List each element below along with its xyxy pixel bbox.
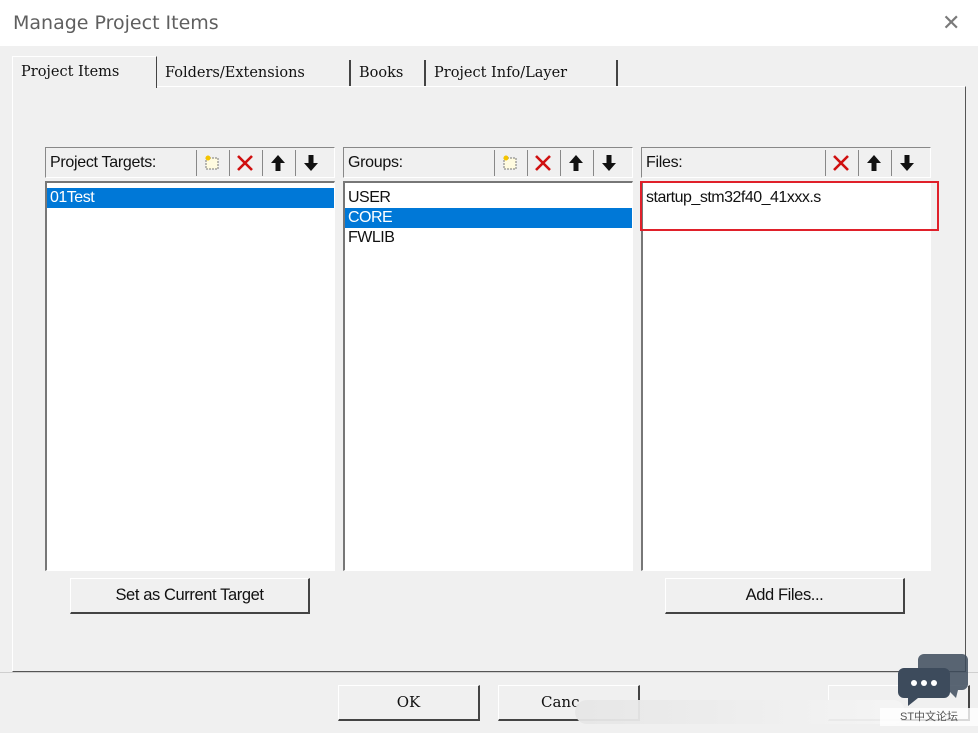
move-file-up-button[interactable] <box>858 150 889 176</box>
list-item[interactable]: USER <box>345 188 632 208</box>
move-group-up-button[interactable] <box>560 150 591 176</box>
move-target-down-button[interactable] <box>295 150 326 176</box>
delete-target-button[interactable] <box>229 150 260 176</box>
ok-button[interactable]: OK <box>338 685 480 721</box>
delete-icon <box>833 155 849 171</box>
tab-books[interactable]: Books <box>351 60 426 86</box>
move-file-down-button[interactable] <box>891 150 922 176</box>
set-current-target-button[interactable]: Set as Current Target <box>70 578 310 614</box>
tab-project-info-layer[interactable]: Project Info/Layer <box>426 60 618 86</box>
targets-list[interactable]: 01Test <box>45 181 335 571</box>
watermark-blur <box>575 700 905 724</box>
targets-label: Project Targets: <box>50 154 157 171</box>
tab-project-items[interactable]: Project Items <box>12 56 157 88</box>
move-up-icon <box>271 155 285 171</box>
move-target-up-button[interactable] <box>262 150 293 176</box>
new-group-button[interactable] <box>494 150 525 176</box>
list-item[interactable]: CORE <box>345 208 632 228</box>
add-files-button[interactable]: Add Files... <box>665 578 905 614</box>
move-up-icon <box>867 155 881 171</box>
files-label: Files: <box>646 154 683 171</box>
files-list[interactable]: startup_stm32f40_41xxx.s <box>641 181 931 571</box>
delete-icon <box>535 155 551 171</box>
tab-folders-extensions[interactable]: Folders/Extensions <box>157 60 351 86</box>
groups-list[interactable]: USER CORE FWLIB <box>343 181 633 571</box>
groups-header: Groups: <box>343 147 633 178</box>
move-group-down-button[interactable] <box>593 150 624 176</box>
title-bar: Manage Project Items ✕ <box>0 0 978 46</box>
groups-label: Groups: <box>348 154 403 171</box>
delete-icon <box>237 155 253 171</box>
list-item[interactable]: 01Test <box>47 188 334 208</box>
new-icon <box>503 155 517 170</box>
highlight-annotation-box <box>640 181 939 231</box>
targets-header: Project Targets: <box>45 147 335 178</box>
watermark-text: ST中文论坛 <box>880 708 978 726</box>
delete-group-button[interactable] <box>527 150 558 176</box>
chat-bubble-icon <box>896 648 970 710</box>
new-target-button[interactable] <box>196 150 227 176</box>
move-up-icon <box>569 155 583 171</box>
new-icon <box>205 155 219 170</box>
move-down-icon <box>304 155 318 171</box>
list-item[interactable]: FWLIB <box>345 228 632 248</box>
files-header: Files: <box>641 147 931 178</box>
delete-file-button[interactable] <box>825 150 856 176</box>
move-down-icon <box>900 155 914 171</box>
move-down-icon <box>602 155 616 171</box>
window-title: Manage Project Items <box>13 12 219 34</box>
close-icon[interactable]: ✕ <box>942 10 960 36</box>
